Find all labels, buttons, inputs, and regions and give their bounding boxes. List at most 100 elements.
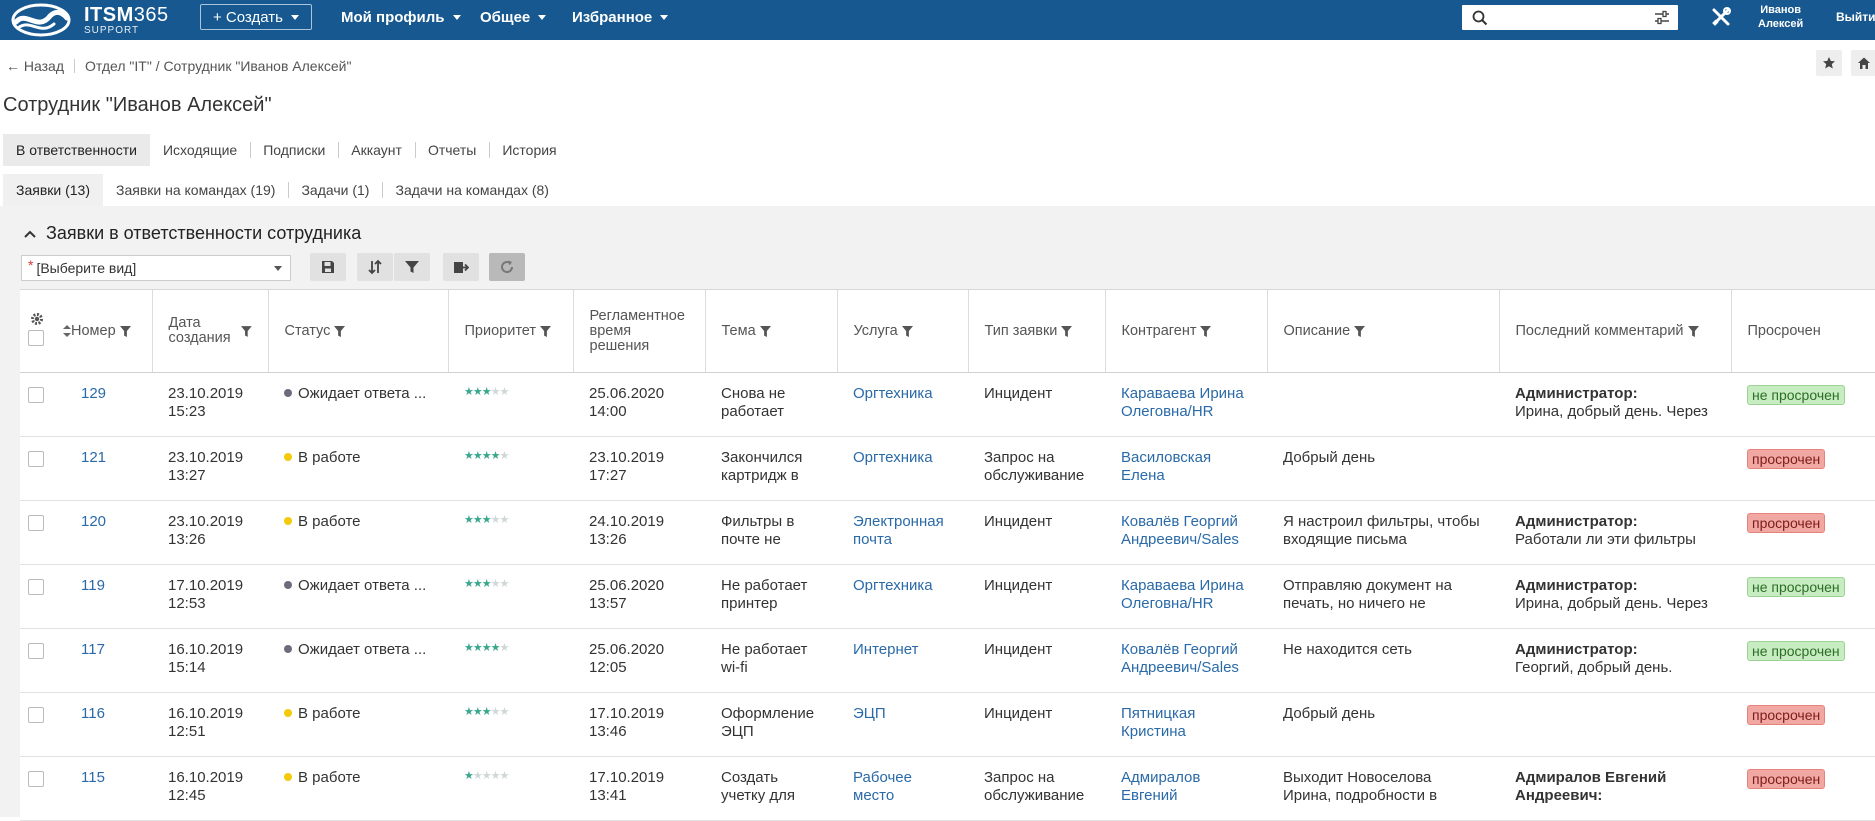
refresh-button[interactable]: [489, 253, 525, 281]
request-number-link[interactable]: 116: [81, 705, 105, 722]
request-number-link[interactable]: 121: [81, 449, 106, 466]
priority-stars: ★★★★★: [464, 578, 509, 590]
tools-icon[interactable]: [1710, 6, 1732, 28]
filter-icon[interactable]: [334, 325, 346, 337]
row-checkbox[interactable]: [28, 643, 44, 659]
table-row[interactable]: 117 16.10.2019 15:14 Ожидает ответа ... ★★★★…: [20, 628, 1875, 693]
service-link[interactable]: Оргтехника: [853, 577, 952, 595]
counterparty-link[interactable]: Адмиралов Евгений: [1121, 769, 1251, 805]
filter-icon[interactable]: [1200, 325, 1212, 337]
view-select[interactable]: * [Выберите вид]: [21, 255, 291, 281]
row-checkbox[interactable]: [28, 707, 44, 723]
tab-responsibility[interactable]: В ответственности: [3, 134, 150, 166]
menu-my-profile[interactable]: Мой профиль: [341, 0, 461, 34]
tab-requests[interactable]: Заявки (13): [3, 174, 103, 206]
service-link[interactable]: Рабочее место: [853, 769, 952, 805]
overdue-cell: просрочен: [1731, 756, 1875, 821]
request-number-link[interactable]: 129: [81, 385, 106, 402]
tab-account[interactable]: Аккаунт: [338, 134, 415, 166]
request-number-link[interactable]: 120: [81, 513, 106, 530]
breadcrumb-path[interactable]: Отдел "IT" / Сотрудник "Иванов Алексей": [85, 58, 351, 74]
menu-general[interactable]: Общее: [480, 0, 547, 34]
gear-icon[interactable]: [30, 312, 44, 326]
tab-team-requests[interactable]: Заявки на командах (19): [103, 174, 288, 206]
table-row[interactable]: 115 16.10.2019 12:45 В работе ★★★★★ 17.10.201…: [20, 756, 1875, 821]
table-row[interactable]: 129 23.10.2019 15:23 Ожидает ответа ... ★★★★…: [20, 372, 1875, 437]
row-checkbox[interactable]: [28, 451, 44, 467]
date-cell: 16.10.2019 12:45: [152, 756, 268, 821]
filter-icon[interactable]: [1687, 325, 1699, 337]
counterparty-link[interactable]: Ковалёв Георгий Андреевич/Sales: [1121, 641, 1251, 677]
service-link[interactable]: Оргтехника: [853, 449, 952, 467]
priority-star-icon: ★: [481, 578, 492, 590]
filter-icon[interactable]: [1354, 325, 1366, 337]
type-cell: Инцидент: [968, 500, 1105, 565]
request-number-link[interactable]: 115: [81, 769, 105, 786]
column-description-header[interactable]: Описание: [1267, 290, 1500, 373]
filter-icon[interactable]: [540, 325, 552, 337]
chevron-up-icon[interactable]: [24, 230, 36, 238]
sort-button[interactable]: [357, 253, 393, 281]
column-number-header[interactable]: Номер: [53, 290, 153, 373]
row-checkbox[interactable]: [28, 515, 44, 531]
counterparty-link[interactable]: Караваева Ирина Олеговна/HR: [1121, 385, 1251, 421]
priority-star-icon: ★: [481, 642, 492, 654]
save-view-button[interactable]: [310, 253, 346, 281]
filter-icon[interactable]: [240, 325, 252, 337]
back-link[interactable]: ← Назад: [6, 58, 64, 74]
menu-favorites[interactable]: Избранное: [572, 0, 669, 34]
search-settings-icon[interactable]: [1654, 10, 1670, 26]
tab-subscriptions[interactable]: Подписки: [250, 134, 338, 166]
table-row[interactable]: 119 17.10.2019 12:53 Ожидает ответа ... ★★★★…: [20, 564, 1875, 629]
select-all-checkbox[interactable]: [28, 330, 44, 346]
status-text: В работе: [298, 705, 361, 722]
column-last-comment-header[interactable]: Последний комментарий: [1499, 290, 1732, 373]
column-overdue-header[interactable]: Просрочен: [1731, 290, 1875, 373]
column-counterparty-header[interactable]: Контрагент: [1105, 290, 1268, 373]
filter-icon[interactable]: [759, 325, 771, 337]
row-checkbox[interactable]: [28, 387, 44, 403]
column-deadline-header[interactable]: Регламентное время решения: [573, 290, 706, 373]
tab-tasks[interactable]: Задачи (1): [288, 174, 382, 206]
service-link[interactable]: ЭЦП: [853, 705, 952, 723]
service-link[interactable]: Оргтехника: [853, 385, 952, 403]
column-type-header[interactable]: Тип заявки: [968, 290, 1106, 373]
column-type-label: Тип заявки: [984, 322, 1058, 339]
logo[interactable]: ITSM365 SUPPORT: [10, 0, 169, 40]
tab-history[interactable]: История: [489, 134, 569, 166]
home-button[interactable]: [1851, 50, 1875, 76]
column-priority-header[interactable]: Приоритет: [448, 290, 574, 373]
table-row[interactable]: 116 16.10.2019 12:51 В работе ★★★★★ 17.10.201…: [20, 692, 1875, 757]
filter-icon[interactable]: [119, 325, 131, 337]
logout-link[interactable]: Выйти: [1836, 10, 1875, 24]
favorite-button[interactable]: [1816, 50, 1842, 76]
service-link[interactable]: Электронная почта: [853, 513, 952, 549]
table-row[interactable]: 120 23.10.2019 13:26 В работе ★★★★★ 24.10.201…: [20, 500, 1875, 565]
column-subject-header[interactable]: Тема: [705, 290, 838, 373]
row-checkbox[interactable]: [28, 579, 44, 595]
current-user[interactable]: Иванов Алексей: [1758, 3, 1803, 31]
tab-reports[interactable]: Отчеты: [414, 134, 489, 166]
counterparty-link[interactable]: Василовская Елена: [1121, 449, 1251, 485]
export-button[interactable]: [443, 253, 479, 281]
filter-button[interactable]: [394, 253, 430, 281]
column-date-header[interactable]: Дата создания: [152, 290, 269, 373]
request-number-link[interactable]: 119: [81, 577, 105, 594]
counterparty-link[interactable]: Пятницкая Кристина: [1121, 705, 1251, 741]
table-row[interactable]: 121 23.10.2019 13:27 В работе ★★★★★ 23.10.201…: [20, 436, 1875, 501]
create-button[interactable]: + Создать: [200, 4, 312, 30]
request-number-link[interactable]: 117: [81, 641, 105, 658]
section-header[interactable]: Заявки в ответственности сотрудника: [24, 223, 361, 244]
row-checkbox[interactable]: [28, 771, 44, 787]
counterparty-link[interactable]: Ковалёв Георгий Андреевич/Sales: [1121, 513, 1251, 549]
tab-team-tasks[interactable]: Задачи на командах (8): [382, 174, 561, 206]
column-status-header[interactable]: Статус: [268, 290, 449, 373]
service-link[interactable]: Интернет: [853, 641, 952, 659]
counterparty-link[interactable]: Караваева Ирина Олеговна/HR: [1121, 577, 1251, 613]
filter-icon[interactable]: [1061, 325, 1073, 337]
filter-icon[interactable]: [901, 325, 913, 337]
search-input[interactable]: [1462, 5, 1678, 30]
sort-arrows-icon[interactable]: [63, 325, 71, 337]
tab-outgoing[interactable]: Исходящие: [150, 134, 250, 166]
column-service-header[interactable]: Услуга: [837, 290, 969, 373]
